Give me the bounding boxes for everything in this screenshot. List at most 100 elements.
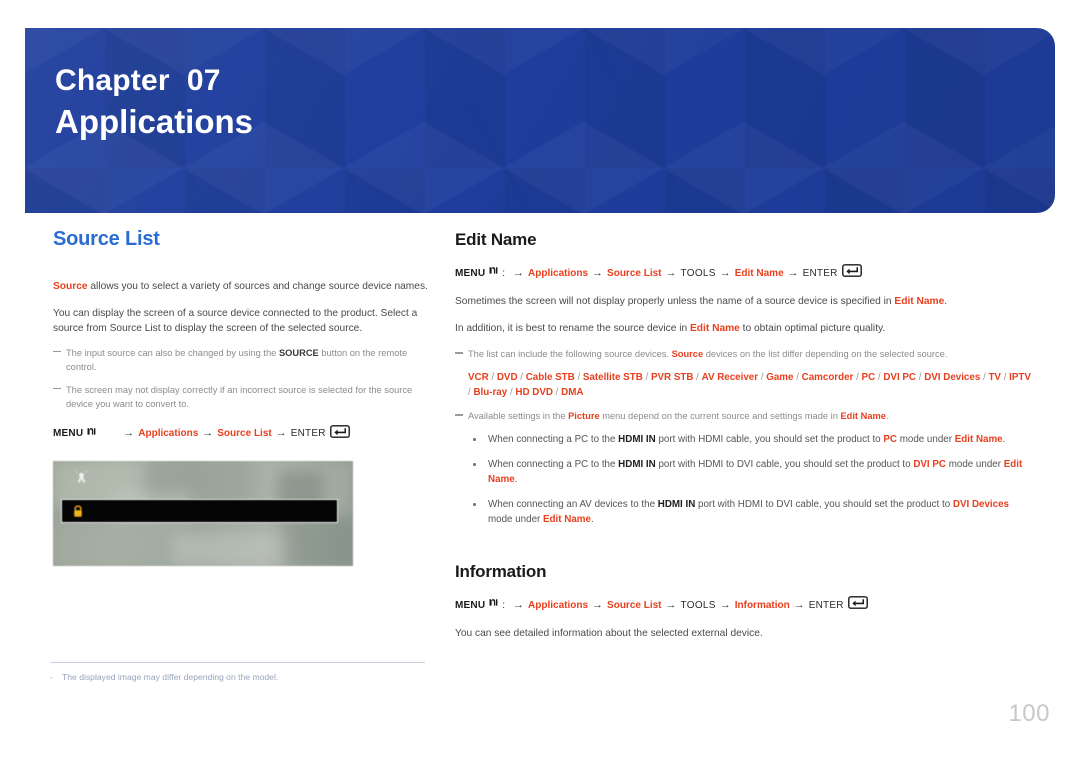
device-list-separator: / (574, 372, 583, 383)
note-source-button-bold: SOURCE (278, 347, 319, 358)
device-type: Satellite STB (582, 372, 643, 383)
bullet-text: . (590, 514, 594, 525)
menu-step-information: Information (734, 599, 790, 611)
note-picture-menu-pre: Available settings in the (468, 411, 569, 421)
bullet-text: When connecting a PC to the (488, 459, 619, 470)
bullet-text: port with HDMI to DVI cable, you should … (655, 459, 914, 470)
page-number: 100 (1008, 700, 1050, 727)
inline-term-edit-name: Edit Name (894, 296, 945, 307)
note-picture-menu-post: . (885, 411, 889, 421)
enter-return-icon (847, 596, 868, 614)
note-incorrect-source: The screen may not display correctly if … (53, 383, 428, 411)
enter-return-icon (841, 264, 862, 282)
device-type: Cable STB (525, 372, 575, 383)
inline-term-hdmi-in: HDMI IN (618, 434, 656, 445)
inline-term-edit-name: Edit Name (543, 514, 591, 525)
paragraph-source-intro: Source allows you to select a variety of… (53, 279, 428, 295)
device-type: DVI PC (883, 372, 917, 383)
note-source-button-pre: The input source can also be changed by … (66, 347, 279, 358)
thumb-selected-row (61, 498, 338, 523)
arrow-icon-1: → (513, 598, 525, 611)
arrow-icon-2: → (592, 266, 604, 279)
bullet-text: When connecting a PC to the (488, 434, 619, 445)
device-type: Blu-ray (473, 387, 508, 398)
chapter-banner: Chapter 07 Applications (25, 28, 1055, 213)
enter-label: ENTER (290, 428, 326, 439)
section-heading-information: Information (455, 562, 547, 581)
section-heading-source-list: Source List (53, 228, 160, 250)
inline-term-edit-name: Edit Name (690, 322, 740, 334)
enter-label: ENTER (802, 267, 838, 279)
device-list-separator: / (517, 372, 526, 383)
arrow-icon-1: → (123, 427, 135, 439)
device-type-list: VCR / DVD / Cable STB / Satellite STB / … (455, 370, 1035, 400)
enter-label: ENTER (808, 599, 844, 611)
menu-step-source-list: Source List (217, 428, 272, 439)
arrow-icon-5: → (787, 266, 799, 279)
inline-term-picture: Picture (568, 411, 600, 421)
menu-step-edit-name: Edit Name (734, 267, 784, 279)
bullet-text: mode under (488, 514, 544, 525)
arrow-icon-1: → (513, 266, 525, 279)
device-type: Game (766, 372, 794, 383)
device-type: IPTV (1009, 372, 1031, 383)
bullet-text: When connecting an AV devices to the (488, 499, 658, 510)
arrow-icon-4: → (719, 598, 731, 611)
note-picture-menu: Available settings in the Picture menu d… (455, 409, 1035, 423)
menu-step-tools: TOOLS (680, 267, 716, 279)
menu-remote-icon (86, 426, 97, 442)
bullet-text: . (514, 474, 518, 485)
menu-path-source-list: MENU → Applications → Source List → ENTE… (53, 424, 428, 443)
arrow-icon-3: → (665, 266, 677, 279)
thumb-blotch (173, 532, 293, 566)
bullet-text: port with HDMI to DVI cable, you should … (695, 499, 953, 510)
right-column: Edit Name MENU : → Applications → Source… (455, 230, 1035, 653)
device-type: AV Receiver (701, 372, 759, 383)
menu-label: MENU (53, 428, 84, 439)
menu-step-applications: Applications (528, 599, 589, 611)
bullet-hdmi-dvi-pc: When connecting a PC to the HDMI IN port… (455, 457, 1035, 487)
footer-note-text: The displayed image may differ depending… (62, 672, 279, 682)
device-list-separator: / (793, 372, 802, 383)
device-list-separator: / (693, 372, 702, 383)
enter-return-icon (329, 424, 350, 443)
device-type: DVI Devices (924, 372, 981, 383)
device-list-separator: / (642, 372, 651, 383)
arrow-icon-2: → (202, 427, 214, 439)
menu-path-colon: : (502, 267, 506, 279)
inline-term-hdmi-in: HDMI IN (618, 459, 656, 470)
note-picture-menu-mid: menu depend on the current source and se… (599, 411, 841, 421)
chapter-label: Chapter 07 (55, 64, 221, 97)
device-list-separator: / (758, 372, 767, 383)
source-list-screenshot-thumbnail (53, 460, 353, 566)
arrow-icon-5: → (793, 598, 805, 611)
menu-path-information: MENU : → Applications → Source List → TO… (455, 596, 1035, 614)
inline-term-source: Source (671, 349, 704, 359)
device-list-separator: / (853, 372, 862, 383)
footer-divider (50, 662, 425, 663)
note-source-device-list: The list can include the following sourc… (455, 347, 1035, 361)
paragraph-edit-name-2-pre: In addition, it is best to rename the so… (455, 322, 691, 334)
bullet-hdmi-dvi-devices: When connecting an AV devices to the HDM… (455, 497, 1035, 527)
menu-path-edit-name: MENU : → Applications → Source List → TO… (455, 264, 1035, 282)
footer-note: - The displayed image may differ dependin… (50, 670, 470, 684)
device-type: TV (988, 372, 1001, 383)
device-list-separator: / (916, 372, 925, 383)
thumb-blotch (53, 522, 193, 566)
arrow-icon-4: → (719, 266, 731, 279)
lock-icon (72, 504, 84, 518)
paragraph-information-body: You can see detailed information about t… (455, 628, 763, 639)
device-type: PC (861, 372, 876, 383)
left-column: Source List Source allows you to select … (53, 228, 428, 566)
device-type: HD DVD (515, 387, 553, 398)
menu-step-applications: Applications (528, 267, 589, 279)
menu-step-applications: Applications (138, 428, 199, 439)
device-type: VCR (468, 372, 489, 383)
inline-term-edit-name: Edit Name (840, 411, 886, 421)
inline-term-edit-name: Edit Name (954, 434, 1003, 445)
thumb-blotch (283, 518, 353, 566)
menu-label: MENU (455, 267, 486, 279)
paragraph-edit-name-1: Sometimes the screen will not display pr… (455, 294, 1035, 310)
arrow-icon-2: → (592, 598, 604, 611)
inline-term-mode: DVI PC (913, 459, 946, 470)
